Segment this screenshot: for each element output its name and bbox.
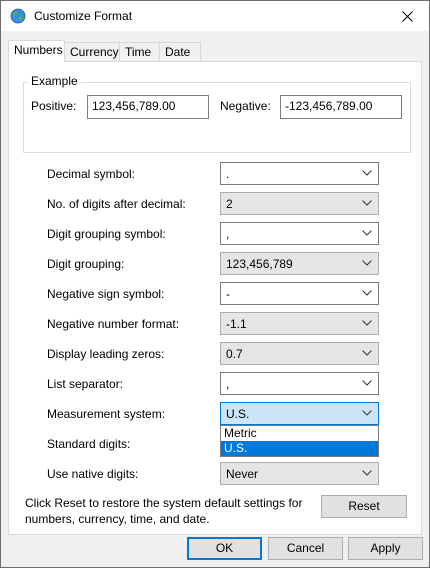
title-bar: Customize Format	[1, 1, 429, 31]
digit-grouping-symbol-label: Digit grouping symbol:	[47, 227, 166, 241]
window-title: Customize Format	[34, 9, 133, 23]
measurement-system-value: U.S.	[226, 407, 250, 421]
example-group-label: Example	[28, 74, 81, 88]
negative-sign-symbol-label: Negative sign symbol:	[47, 287, 165, 301]
digit-grouping-select[interactable]: 123,456,789	[220, 252, 379, 275]
decimal-symbol-select[interactable]: .	[220, 162, 379, 185]
digit-grouping-label: Digit grouping:	[47, 257, 125, 271]
use-native-digits-select[interactable]: Never	[220, 462, 379, 485]
negative-sign-symbol-select[interactable]: -	[220, 282, 379, 305]
tab-numbers[interactable]: Numbers	[8, 40, 65, 62]
negative-number-format-select[interactable]: -1.1	[220, 312, 379, 335]
use-native-digits-label: Use native digits:	[47, 467, 139, 481]
list-separator-value: ,	[226, 377, 230, 391]
display-leading-zeros-select[interactable]: 0.7	[220, 342, 379, 365]
chevron-down-icon	[362, 320, 372, 326]
globe-icon	[10, 8, 26, 24]
apply-button[interactable]: Apply	[348, 537, 423, 560]
close-icon	[401, 10, 413, 22]
tab-currency[interactable]: Currency	[64, 42, 120, 61]
chevron-down-icon	[362, 410, 372, 416]
standard-digits-label: Standard digits:	[47, 437, 131, 451]
reset-note: Click Reset to restore the system defaul…	[25, 496, 303, 526]
positive-label: Positive:	[31, 99, 77, 113]
measurement-option-metric[interactable]: Metric	[221, 426, 378, 441]
tab-time[interactable]: Time	[119, 42, 160, 61]
chevron-down-icon	[362, 260, 372, 266]
negative-sign-symbol-value: -	[226, 287, 230, 301]
measurement-system-label: Measurement system:	[47, 407, 166, 421]
measurement-option-us[interactable]: U.S.	[221, 441, 378, 456]
display-leading-zeros-value: 0.7	[226, 347, 243, 361]
list-separator-label: List separator:	[47, 377, 124, 391]
digit-grouping-symbol-value: ,	[226, 227, 230, 241]
use-native-digits-value: Never	[226, 467, 259, 481]
chevron-down-icon	[362, 470, 372, 476]
digit-grouping-value: 123,456,789	[226, 257, 293, 271]
chevron-down-icon	[362, 230, 372, 236]
decimal-symbol-value: .	[226, 167, 230, 181]
list-separator-select[interactable]: ,	[220, 372, 379, 395]
digit-grouping-symbol-select[interactable]: ,	[220, 222, 379, 245]
ok-button[interactable]: OK	[187, 537, 262, 560]
chevron-down-icon	[362, 380, 372, 386]
chevron-down-icon	[362, 170, 372, 176]
measurement-system-dropdown: Metric U.S.	[220, 425, 379, 457]
digits-after-decimal-label: No. of digits after decimal:	[47, 197, 186, 211]
customize-format-dialog: Customize Format Numbers Currency Time D…	[0, 0, 430, 568]
digits-after-decimal-select[interactable]: 2	[220, 192, 379, 215]
negative-number-format-value: -1.1	[226, 317, 247, 331]
measurement-system-select[interactable]: U.S.	[220, 402, 379, 425]
negative-example-field: -123,456,789.00	[280, 95, 402, 119]
reset-button[interactable]: Reset	[321, 495, 407, 518]
chevron-down-icon	[362, 200, 372, 206]
cancel-button[interactable]: Cancel	[268, 537, 343, 560]
tab-date[interactable]: Date	[159, 42, 201, 61]
negative-number-format-label: Negative number format:	[47, 317, 180, 331]
chevron-down-icon	[362, 350, 372, 356]
close-button[interactable]	[385, 1, 429, 31]
negative-label: Negative:	[220, 99, 271, 113]
decimal-symbol-label: Decimal symbol:	[47, 167, 136, 181]
display-leading-zeros-label: Display leading zeros:	[47, 347, 165, 361]
digits-after-decimal-value: 2	[226, 197, 233, 211]
positive-example-field: 123,456,789.00	[87, 95, 209, 119]
chevron-down-icon	[362, 290, 372, 296]
